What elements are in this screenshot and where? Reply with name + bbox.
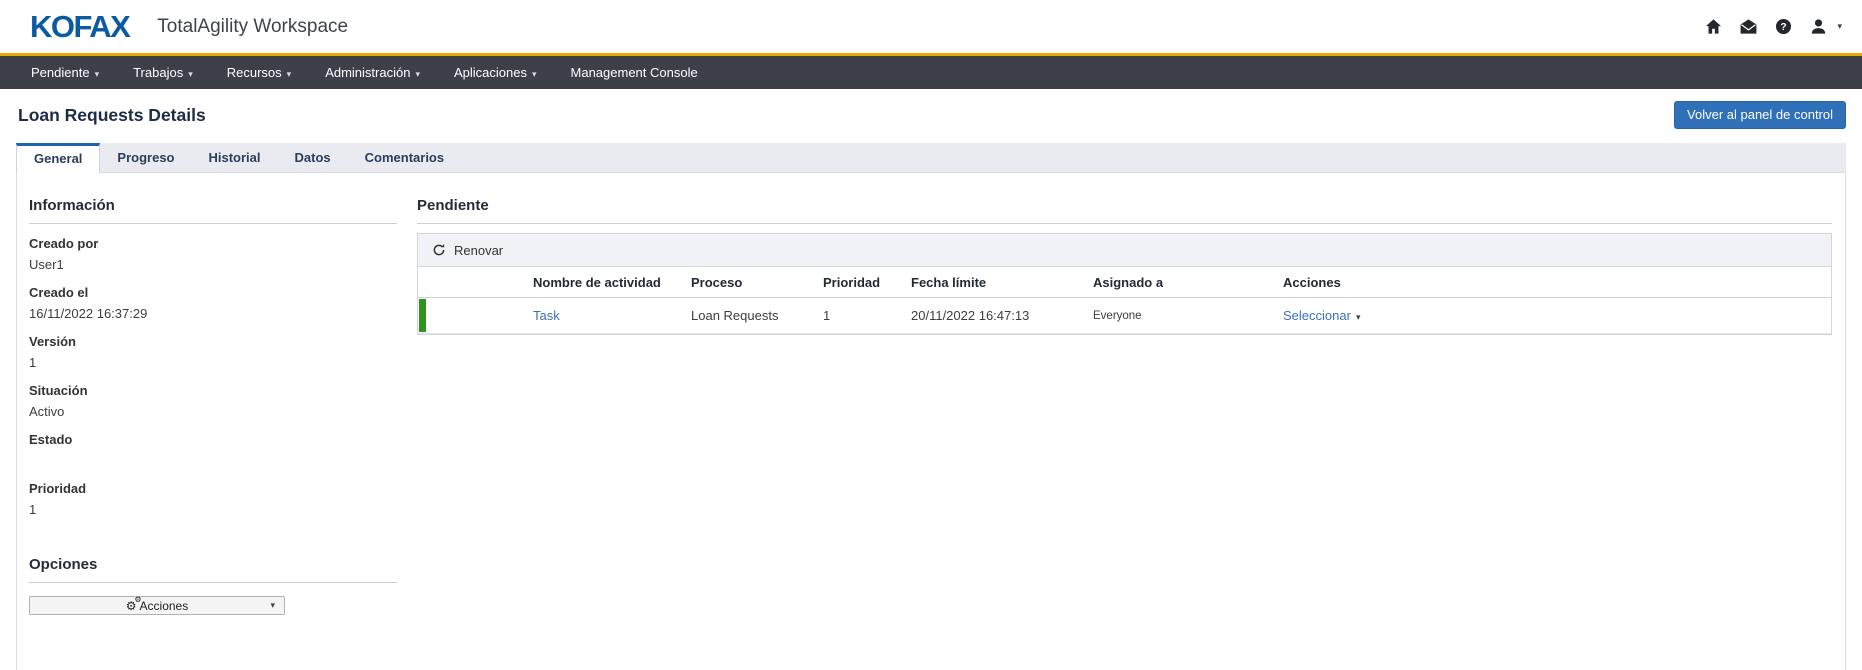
select-action-label: Seleccionar — [1283, 308, 1351, 323]
field-version: Versión 1 — [29, 334, 397, 371]
field-value: 1 — [29, 355, 397, 371]
kofax-logo: KOFAX — [30, 9, 129, 45]
table-row: Task Loan Requests 1 20/11/2022 16:47:13… — [418, 298, 1831, 334]
column-header-actions: Acciones — [1283, 275, 1831, 290]
nav-item-management-console[interactable]: Management Console — [554, 56, 715, 89]
field-value: Activo — [29, 404, 397, 420]
nav-label: Recursos — [227, 65, 282, 80]
column-header-priority: Prioridad — [823, 275, 911, 290]
field-value: User1 — [29, 257, 397, 273]
chevron-down-icon: ▾ — [270, 600, 275, 611]
chevron-down-icon: ▾ — [1356, 312, 1361, 322]
nav-item-trabajos[interactable]: Trabajos ▾ — [116, 56, 210, 89]
nav-label: Management Console — [571, 65, 698, 80]
nav-item-administracion[interactable]: Administración ▾ — [308, 56, 437, 89]
pending-heading: Pendiente — [417, 185, 1832, 224]
activity-link[interactable]: Task — [533, 308, 560, 323]
nav-item-pendiente[interactable]: Pendiente ▾ — [14, 56, 116, 89]
top-header: KOFAX TotalAgility Workspace ? ▾ — [0, 0, 1862, 53]
actions-cell: Seleccionar ▾ — [1283, 308, 1831, 323]
tab-content: Información Creado por User1 Creado el 1… — [16, 173, 1846, 670]
column-header-due-date: Fecha límite — [911, 275, 1093, 290]
home-icon[interactable] — [1700, 14, 1726, 40]
tab-comentarios[interactable]: Comentarios — [348, 143, 461, 172]
actions-button-label: Acciones — [140, 599, 189, 613]
refresh-label: Renovar — [454, 243, 503, 258]
due-date-cell: 20/11/2022 16:47:13 — [911, 308, 1093, 323]
chevron-down-icon: ▾ — [95, 69, 100, 79]
tab-bar: General Progreso Historial Datos Comenta… — [16, 143, 1846, 173]
table-header-row: Nombre de actividad Proceso Prioridad Fe… — [418, 267, 1831, 298]
priority-cell: 1 — [823, 308, 911, 323]
chevron-down-icon: ▾ — [287, 69, 292, 79]
nav-item-aplicaciones[interactable]: Aplicaciones ▾ — [437, 56, 554, 89]
select-action-dropdown[interactable]: Seleccionar ▾ — [1283, 308, 1360, 323]
field-prioridad: Prioridad 1 — [29, 481, 397, 518]
field-creado-el: Creado el 16/11/2022 16:37:29 — [29, 285, 397, 322]
chevron-down-icon: ▾ — [188, 69, 193, 79]
column-header-activity: Nombre de actividad — [533, 275, 691, 290]
tab-datos[interactable]: Datos — [278, 143, 348, 172]
gears-icon: ⚙⚙ — [126, 600, 137, 612]
tab-general[interactable]: General — [16, 143, 100, 173]
chevron-down-icon: ▾ — [415, 69, 420, 79]
chevron-down-icon: ▾ — [532, 69, 537, 79]
app-title: TotalAgility Workspace — [157, 16, 348, 38]
options-heading: Opciones — [29, 544, 397, 583]
nav-label: Pendiente — [31, 65, 90, 80]
user-icon[interactable] — [1805, 14, 1831, 40]
field-value: 16/11/2022 16:37:29 — [29, 306, 397, 322]
field-creado-por: Creado por User1 — [29, 236, 397, 273]
pending-table: Renovar Nombre de actividad Proceso Prio… — [417, 233, 1832, 335]
assigned-cell: Everyone — [1093, 310, 1283, 322]
field-situacion: Situación Activo — [29, 383, 397, 420]
column-header-assigned: Asignado a — [1093, 275, 1283, 290]
field-label: Creado por — [29, 236, 397, 251]
refresh-button[interactable]: Renovar — [418, 234, 1831, 267]
info-panel: Información Creado por User1 Creado el 1… — [17, 173, 397, 670]
nav-label: Aplicaciones — [454, 65, 527, 80]
svg-text:?: ? — [1780, 22, 1786, 33]
info-heading: Información — [29, 185, 397, 224]
field-label: Prioridad — [29, 481, 397, 496]
pending-panel: Pendiente Renovar Nombre de actividad Pr… — [397, 173, 1845, 670]
process-cell: Loan Requests — [691, 308, 823, 323]
page-title: Loan Requests Details — [18, 105, 206, 126]
header-icons: ? ▾ — [1700, 14, 1842, 40]
field-label: Creado el — [29, 285, 397, 300]
field-label: Versión — [29, 334, 397, 349]
status-indicator-green — [419, 299, 426, 332]
nav-label: Trabajos — [133, 65, 183, 80]
nav-label: Administración — [325, 65, 410, 80]
refresh-icon — [432, 243, 446, 257]
page-head: Loan Requests Details Volver al panel de… — [0, 89, 1862, 137]
actions-dropdown-button[interactable]: ⚙⚙ Acciones ▾ — [29, 596, 285, 615]
nav-item-recursos[interactable]: Recursos ▾ — [210, 56, 308, 89]
chevron-down-icon: ▾ — [1837, 21, 1842, 32]
back-to-dashboard-button[interactable]: Volver al panel de control — [1674, 101, 1846, 129]
main-navbar: Pendiente ▾ Trabajos ▾ Recursos ▾ Administr… — [0, 56, 1862, 89]
field-label: Situación — [29, 383, 397, 398]
help-icon[interactable]: ? — [1770, 14, 1796, 40]
field-estado: Estado — [29, 432, 397, 469]
field-value: 1 — [29, 502, 397, 518]
column-header-process: Proceso — [691, 275, 823, 290]
field-value — [29, 453, 397, 469]
tab-progreso[interactable]: Progreso — [100, 143, 191, 172]
envelope-icon[interactable] — [1735, 14, 1761, 40]
field-label: Estado — [29, 432, 397, 447]
tab-historial[interactable]: Historial — [192, 143, 278, 172]
